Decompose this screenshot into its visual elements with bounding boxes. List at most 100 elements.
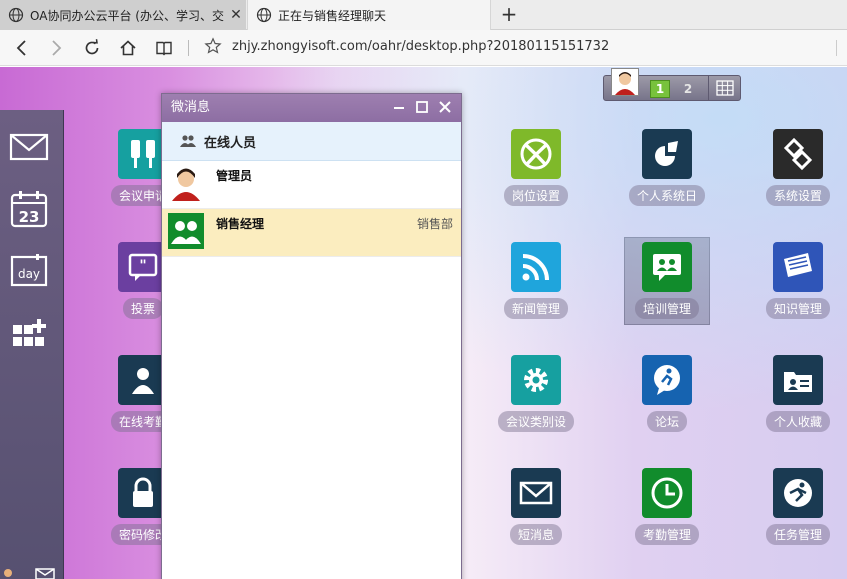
app-forum[interactable]: 论坛	[622, 355, 712, 447]
app-personal-system-log[interactable]: 个人系统日	[622, 129, 712, 221]
tab-close-icon[interactable]: ✕	[226, 7, 246, 23]
contact-admin[interactable]: 管理员	[162, 161, 461, 209]
url-text[interactable]: zhjy.zhongyisoft.com/oahr/desktop.php?20…	[232, 39, 609, 54]
app-training-management[interactable]: 培训管理	[622, 242, 712, 334]
clock-icon	[642, 468, 692, 518]
maximize-icon[interactable]	[414, 99, 430, 115]
globe-icon	[8, 7, 24, 23]
calendar-day-text: 23	[19, 208, 40, 226]
app-news-management[interactable]: 新闻管理	[491, 242, 581, 334]
group-label: 在线人员	[204, 135, 257, 151]
address-bar: zhjy.zhongyisoft.com/oahr/desktop.php?20…	[0, 30, 847, 66]
contact-department: 销售部	[416, 217, 453, 231]
app-position-settings[interactable]: 岗位设置	[491, 129, 581, 221]
chat-window: 微消息 在线人员 管理员 销售经理 销售部	[161, 93, 462, 579]
contact-name: 销售经理	[216, 217, 265, 231]
contact-name: 管理员	[216, 169, 253, 183]
app-label: 系统设置	[765, 185, 830, 206]
dock-add-app[interactable]	[8, 314, 50, 356]
left-dock: 23 day	[0, 110, 64, 579]
desktop: 1 2 23 day 会议申请 " 投票 在线考勤 密码修改 岗位设置 新闻管理…	[0, 67, 847, 579]
app-label: 考勤管理	[634, 524, 699, 545]
tab-oa-platform[interactable]: OA协同办公云平台 (办公、学习、交 ✕	[0, 0, 246, 30]
forward-button[interactable]	[44, 36, 68, 60]
calendar-icon: 23	[10, 191, 48, 228]
user-avatar-icon	[612, 69, 638, 95]
user-avatar[interactable]	[611, 68, 639, 96]
dock-day[interactable]: day	[8, 250, 50, 292]
app-system-settings[interactable]: 系统设置	[753, 129, 843, 221]
task-icon	[773, 468, 823, 518]
online-users-group[interactable]: 在线人员	[162, 122, 461, 161]
app-task-management[interactable]: 任务管理	[753, 468, 843, 560]
app-attendance-management[interactable]: 考勤管理	[622, 468, 712, 560]
home-icon	[120, 40, 136, 56]
app-label: 投票	[122, 298, 163, 319]
browser-tab-bar: OA协同办公云平台 (办公、学习、交 ✕ 正在与销售经理聊天 +	[0, 0, 847, 30]
dock-mail[interactable]	[8, 126, 50, 168]
back-button[interactable]	[10, 36, 34, 60]
app-meeting-category[interactable]: 会议类别设	[491, 355, 581, 447]
forum-icon	[642, 355, 692, 405]
star-icon	[204, 37, 222, 54]
app-label: 知识管理	[765, 298, 830, 319]
new-tab-button[interactable]: +	[497, 2, 521, 26]
training-icon	[642, 242, 692, 292]
reading-view-button[interactable]	[152, 36, 176, 60]
desktop-page-switcher: 1 2	[603, 68, 741, 101]
favorite-star-button[interactable]	[204, 37, 222, 58]
contact-sales-manager[interactable]: 销售经理 销售部	[162, 209, 461, 257]
app-label: 个人收藏	[765, 411, 830, 432]
app-label: 岗位设置	[503, 185, 568, 206]
dock-calendar[interactable]: 23	[8, 188, 50, 230]
all-apps-button[interactable]	[708, 76, 741, 100]
settings-icon	[773, 129, 823, 179]
desktop-page-2[interactable]: 2	[680, 80, 696, 98]
chat-window-titlebar[interactable]: 微消息	[162, 94, 461, 122]
globe-icon	[256, 7, 272, 23]
app-short-message[interactable]: 短消息	[491, 468, 581, 560]
envelope-icon	[511, 468, 561, 518]
mail-icon	[9, 133, 49, 161]
xbox-icon	[511, 129, 561, 179]
app-personal-favorites[interactable]: 个人收藏	[753, 355, 843, 447]
users-icon	[180, 135, 196, 147]
svg-text:": "	[139, 258, 146, 274]
home-button[interactable]	[116, 36, 140, 60]
tab-title: 正在与销售经理聊天	[278, 8, 387, 23]
day-text: day	[18, 267, 40, 281]
toolbar-edge	[836, 40, 847, 56]
knowledge-icon	[773, 242, 823, 292]
tab-chat[interactable]: 正在与销售经理聊天	[247, 0, 491, 30]
app-label: 培训管理	[634, 298, 699, 319]
minimize-icon[interactable]	[391, 99, 407, 115]
rss-icon	[511, 242, 561, 292]
book-icon	[156, 41, 172, 56]
day-icon: day	[10, 254, 48, 287]
favorites-icon	[773, 355, 823, 405]
add-app-icon	[13, 319, 46, 346]
admin-avatar-icon	[168, 165, 204, 201]
app-label: 会议类别设	[497, 411, 574, 432]
group-avatar-icon	[168, 213, 204, 249]
tab-title: OA协同办公云平台 (办公、学习、交	[30, 8, 224, 23]
app-label: 新闻管理	[503, 298, 568, 319]
app-label: 论坛	[646, 411, 687, 432]
chat-window-title: 微消息	[171, 100, 211, 115]
app-knowledge-management[interactable]: 知识管理	[753, 242, 843, 334]
app-label: 任务管理	[765, 524, 830, 545]
chart-icon	[642, 129, 692, 179]
refresh-icon	[85, 39, 99, 55]
close-icon[interactable]	[437, 99, 453, 115]
grid-icon	[716, 80, 734, 96]
small-mail-icon[interactable]	[0, 567, 64, 579]
desktop-page-1[interactable]: 1	[650, 80, 670, 98]
app-label: 个人系统日	[628, 185, 705, 206]
bottom-dock-icons	[0, 567, 64, 579]
forward-arrow-icon	[52, 40, 62, 56]
app-label: 短消息	[509, 524, 562, 545]
gear-icon	[511, 355, 561, 405]
toolbar-separator	[188, 40, 189, 56]
refresh-button[interactable]	[80, 36, 104, 60]
back-arrow-icon	[16, 40, 26, 56]
